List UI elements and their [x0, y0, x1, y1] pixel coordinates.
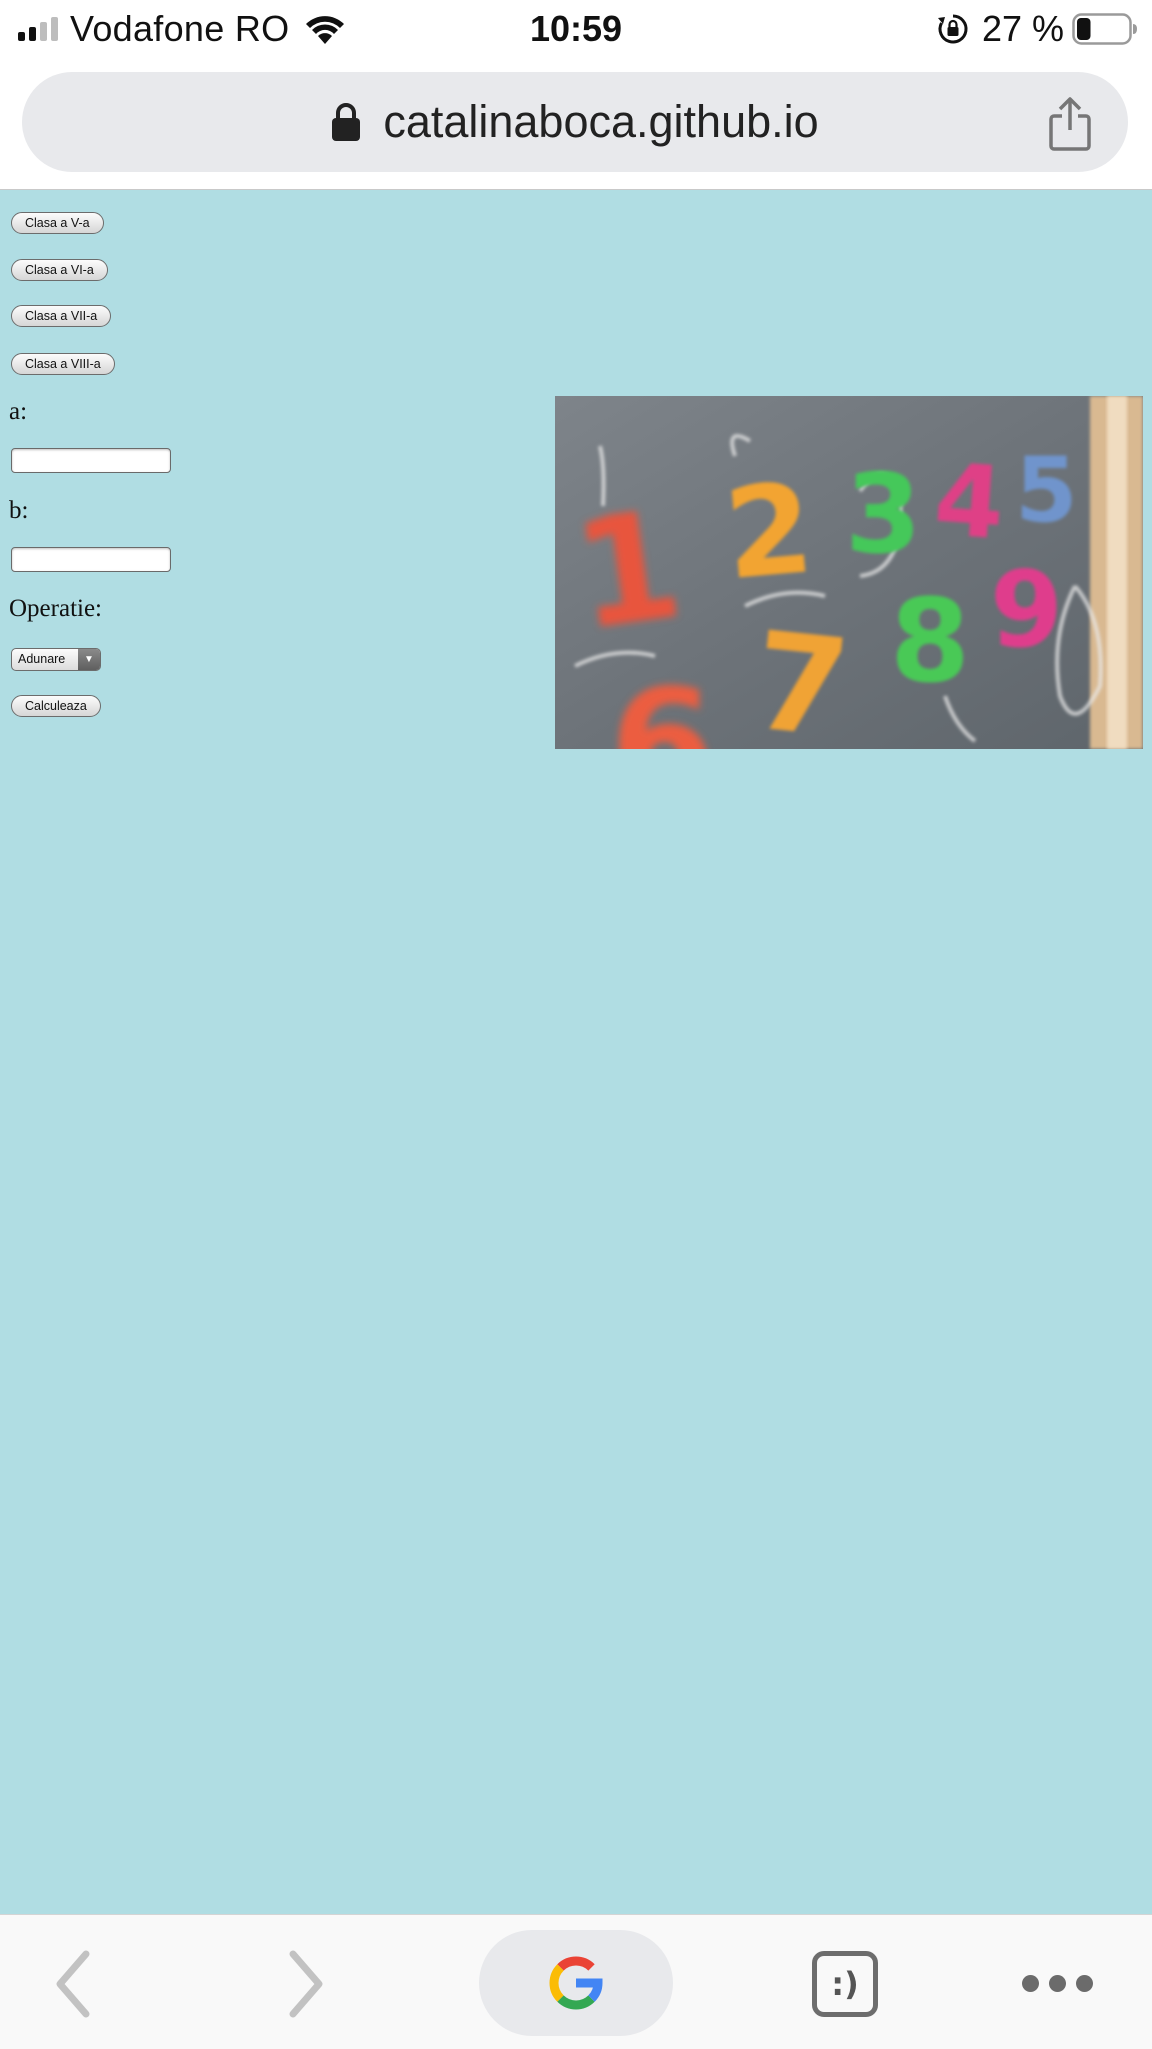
- digit-4: 4: [931, 441, 1009, 563]
- tabs-label: :): [831, 1965, 859, 2003]
- tabs-button[interactable]: :): [812, 1951, 878, 2017]
- clasa-5-button[interactable]: Clasa a V-a: [11, 212, 104, 234]
- address-bar[interactable]: catalinaboca.github.io: [22, 72, 1128, 172]
- web-page: Clasa a V-a Clasa a VI-a Clasa a VII-a C…: [0, 190, 1152, 1914]
- address-content: catalinaboca.github.io: [22, 72, 1128, 172]
- rotation-lock-icon: [937, 14, 968, 44]
- digit-5: 5: [1015, 438, 1078, 543]
- cellular-signal-icon: [18, 17, 58, 41]
- digit-8: 8: [890, 575, 970, 709]
- share-icon[interactable]: [1048, 96, 1092, 152]
- digit-2: 2: [719, 456, 818, 608]
- digit-3: 3: [845, 450, 922, 578]
- label-a: a:: [9, 398, 28, 425]
- digit-7: 7: [746, 602, 856, 749]
- google-search-button[interactable]: [479, 1930, 673, 2036]
- google-logo-icon: [549, 1956, 603, 2010]
- browser-toolbar: :): [0, 1914, 1152, 2049]
- carrier-name: Vodafone RO: [70, 8, 290, 49]
- forward-icon[interactable]: [285, 1949, 327, 2019]
- more-menu-icon[interactable]: [1022, 1975, 1093, 1992]
- operation-label: Operatie:: [9, 595, 103, 622]
- status-right: 27 %: [936, 6, 1138, 52]
- back-icon[interactable]: [52, 1949, 94, 2019]
- wifi-icon: [306, 16, 345, 44]
- input-a[interactable]: [11, 448, 171, 473]
- battery-icon: [1072, 13, 1137, 45]
- calculate-button[interactable]: Calculeaza: [11, 695, 101, 717]
- operation-selected-value: Adunare: [18, 652, 66, 666]
- lock-icon: [332, 103, 361, 141]
- dropdown-arrow-icon: ▼: [78, 649, 100, 670]
- clasa-7-button[interactable]: Clasa a VII-a: [11, 305, 112, 327]
- url-text: catalinaboca.github.io: [383, 96, 819, 147]
- operation-select[interactable]: Adunare ▼: [11, 648, 101, 671]
- numbers-photo: 1 2 3 4 5 6 7 8 9: [555, 396, 1143, 749]
- digit-9: 9: [990, 549, 1063, 671]
- clasa-6-button[interactable]: Clasa a VI-a: [11, 259, 108, 281]
- clasa-8-button[interactable]: Clasa a VIII-a: [11, 353, 115, 375]
- digit-6: 6: [610, 658, 714, 749]
- browser-address-area: catalinaboca.github.io: [0, 60, 1152, 190]
- label-b: b:: [9, 497, 29, 524]
- status-bar: Vodafone RO 10:59 27 %: [0, 0, 1152, 60]
- input-b[interactable]: [11, 547, 171, 572]
- status-left: Vodafone RO: [18, 6, 347, 52]
- battery-percentage: 27 %: [981, 8, 1064, 49]
